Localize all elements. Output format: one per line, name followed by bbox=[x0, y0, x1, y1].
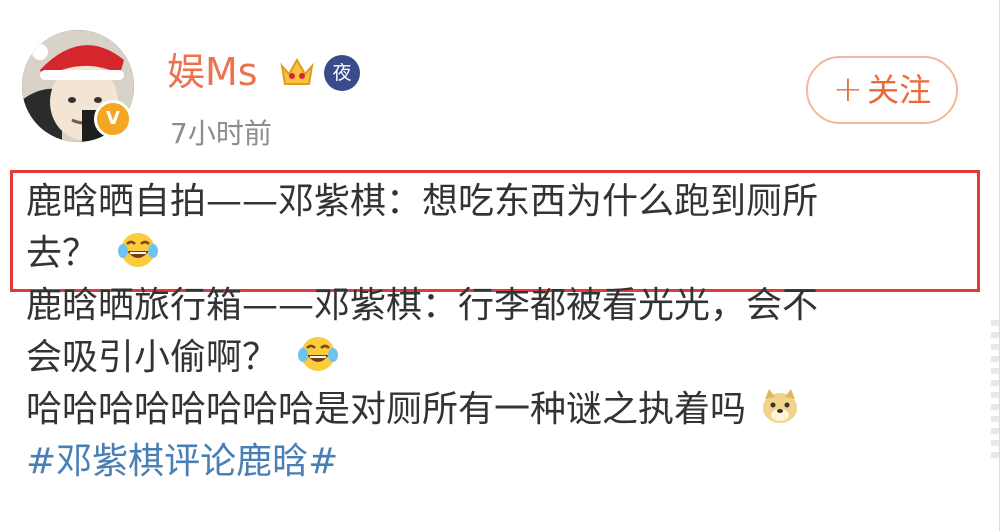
laughing-tears-emoji-icon bbox=[298, 337, 339, 371]
doge-emoji-icon bbox=[763, 389, 798, 423]
post-text-line: 会吸引小偷啊？ bbox=[26, 332, 976, 384]
username[interactable]: 娱Ms bbox=[167, 46, 258, 98]
post-text-line: 哈哈哈哈哈哈哈哈是对厕所有一种谜之执着吗 bbox=[26, 384, 976, 436]
verified-badge-icon: V bbox=[94, 100, 132, 138]
crown-badge-icon[interactable] bbox=[278, 54, 316, 92]
follow-button-label: 关注 bbox=[867, 71, 932, 109]
post-text-line: 鹿晗晒旅行箱——邓紫棋：行李都被看光光，会不 bbox=[26, 285, 819, 326]
post-text-fragment: 去？ bbox=[26, 233, 99, 274]
night-mode-badge-icon[interactable]: 夜 bbox=[324, 55, 360, 91]
weibo-post-card: V 娱Ms 夜 7小时前 + 关注 鹿晗晒自拍——邓紫棋：想吃东西为什么跑到厕所… bbox=[0, 0, 1000, 531]
avatar[interactable]: V bbox=[22, 30, 134, 142]
hashtag-line: #邓紫棋评论鹿晗# bbox=[26, 436, 976, 488]
post-text-fragment: 会吸引小偷啊？ bbox=[26, 337, 279, 378]
post-text-line: 鹿晗晒自拍——邓紫棋：想吃东西为什么跑到厕所 bbox=[26, 181, 819, 222]
user-badges: 夜 bbox=[278, 54, 360, 92]
post-timestamp[interactable]: 7小时前 bbox=[170, 114, 272, 154]
laughing-tears-emoji-icon bbox=[118, 233, 159, 267]
post-text-line: 去？ bbox=[26, 228, 976, 280]
post-text-fragment: 哈哈哈哈哈哈哈哈是对厕所有一种谜之执着吗 bbox=[26, 389, 747, 430]
post-body: 鹿晗晒自拍——邓紫棋：想吃东西为什么跑到厕所 去？ 鹿晗晒旅行箱——邓紫棋：行李… bbox=[26, 176, 976, 488]
follow-button[interactable]: + 关注 bbox=[806, 56, 958, 124]
adjacent-panel-edge bbox=[991, 320, 999, 460]
hashtag-link[interactable]: #邓紫棋评论鹿晗# bbox=[26, 441, 338, 482]
plus-icon: + bbox=[832, 69, 864, 110]
